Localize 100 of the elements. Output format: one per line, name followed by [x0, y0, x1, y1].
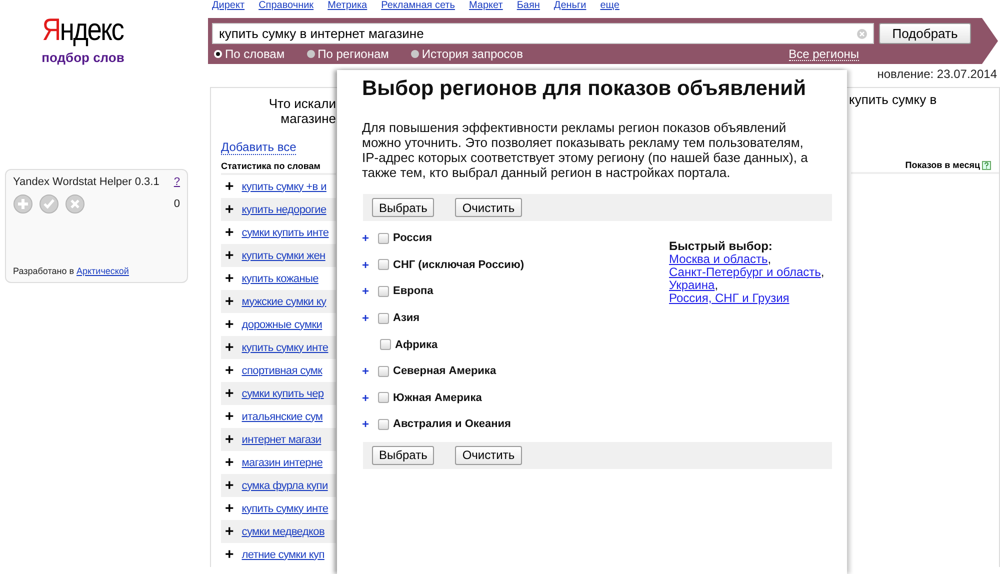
nav-link[interactable]: еще — [600, 0, 620, 11]
expand-icon[interactable]: + — [362, 364, 378, 378]
checkbox[interactable] — [378, 392, 389, 404]
nav-link[interactable]: Деньги — [554, 0, 586, 11]
add-icon[interactable]: + — [225, 526, 234, 538]
add-icon[interactable]: + — [225, 226, 234, 238]
help-icon[interactable] — [982, 160, 991, 170]
keyword-link[interactable]: летние сумки куп — [242, 548, 324, 560]
check-icon[interactable] — [39, 194, 59, 214]
radio-option[interactable]: По регионам — [306, 47, 389, 61]
logo-text: Яндекс — [42, 12, 124, 48]
checkbox[interactable] — [380, 339, 391, 350]
description-text: Для повышения эффективности рекламы регион показов объявлений можно уточнить. Это позволяет показывать рекламу тем пользователям, IP-адрес которых соответствует этому региону (по нашей базе данных), а также тем, кто выбрал данный регион в настройках портала. — [362, 120, 809, 180]
expand-icon[interactable]: + — [362, 258, 378, 272]
keyword-link[interactable]: сумки купить инте — [242, 226, 329, 238]
checkbox[interactable] — [378, 259, 389, 270]
nav-link[interactable]: Директ — [212, 0, 245, 11]
add-icon[interactable]: + — [225, 204, 234, 216]
keyword-link[interactable]: купить сумки жен — [242, 250, 326, 262]
select-button[interactable]: Выбрать — [372, 198, 434, 217]
region-label: Россия — [393, 232, 432, 244]
region-label: СНГ (исключая Россию) — [393, 258, 524, 271]
region-label: Австралия и Океания — [393, 418, 511, 430]
help-link[interactable]: ? — [174, 176, 180, 188]
keyword-link[interactable]: дорожные сумки — [242, 318, 322, 330]
credit-link[interactable]: Арктической — [76, 266, 129, 276]
select-button[interactable]: Выбрать — [372, 446, 434, 465]
nav-link[interactable]: Баян — [516, 0, 540, 11]
keyword-link[interactable]: купить кожаные — [242, 272, 318, 284]
keyword-link[interactable]: мужские сумки ку — [242, 296, 326, 308]
add-icon[interactable]: + — [225, 410, 234, 422]
results-title: купить сумку в — [849, 92, 938, 107]
keyword-link[interactable]: сумки купить чер — [242, 388, 324, 400]
results-title: Что искали — [268, 96, 336, 111]
region-link[interactable]: Москва и область — [669, 252, 768, 266]
keyword-link[interactable]: сумки медведков — [242, 526, 324, 538]
nav-link[interactable]: Рекламная сеть — [381, 0, 455, 11]
quick-select-title: Быстрый выбор: — [669, 240, 774, 253]
checkbox[interactable] — [378, 418, 389, 430]
plus-icon[interactable] — [13, 194, 33, 214]
add-icon[interactable]: + — [225, 180, 234, 192]
nav-link[interactable]: Маркет — [468, 0, 503, 11]
add-icon[interactable]: + — [225, 434, 234, 446]
add-icon[interactable]: + — [225, 318, 234, 330]
add-icon[interactable]: + — [225, 388, 234, 400]
keyword-link[interactable]: интернет магази — [242, 434, 322, 446]
region-link[interactable]: Санкт-Петербург и область — [669, 265, 821, 279]
add-icon[interactable]: + — [225, 272, 234, 284]
expand-icon[interactable]: + — [362, 311, 378, 326]
search-field[interactable]: купить сумку в интернет магазине — [212, 23, 874, 44]
helper-title: Yandex Wordstat Helper 0.3.1 — [13, 176, 160, 188]
region-label: Северная Америка — [393, 365, 496, 378]
expand-icon[interactable]: + — [362, 231, 378, 246]
column-header: Показов в месяц — [905, 160, 980, 170]
checkbox[interactable] — [378, 286, 389, 297]
region-link[interactable]: Россия, СНГ и Грузия — [669, 291, 790, 305]
add-icon[interactable]: + — [225, 364, 234, 376]
keyword-link[interactable]: спортивная сумк — [242, 364, 322, 376]
checkbox[interactable] — [378, 366, 389, 377]
regions-link[interactable]: Все регионы — [788, 48, 859, 60]
add-icon[interactable]: + — [225, 250, 234, 262]
separator-text: , — [768, 252, 772, 266]
separator-text: , — [820, 265, 824, 279]
expand-icon[interactable]: + — [362, 390, 378, 405]
add-icon[interactable]: + — [225, 502, 234, 514]
nav-link[interactable]: Метрика — [328, 0, 368, 11]
keyword-link[interactable]: купить сумку +в и — [242, 180, 326, 192]
credit-text: Разработано в Арктической — [13, 266, 130, 276]
keyword-link[interactable]: итальянские сум — [242, 410, 323, 422]
keyword-link[interactable]: сумка фурла купи — [242, 480, 328, 492]
expand-icon[interactable]: + — [362, 284, 378, 298]
dialog-title: Выбор регионов для показов объявлений — [362, 76, 807, 102]
add-icon[interactable]: + — [225, 342, 234, 354]
column-header: Статистика по словам — [221, 161, 336, 175]
radio-option[interactable]: По словам — [214, 47, 285, 61]
keyword-link[interactable]: купить сумку инте — [242, 502, 328, 514]
expand-icon[interactable]: + — [362, 417, 378, 432]
checkbox[interactable] — [378, 312, 389, 324]
add-icon[interactable]: + — [225, 480, 234, 492]
add-all-link[interactable]: Добавить все — [221, 140, 296, 155]
separator-text: , — [714, 278, 718, 292]
results-title: магазине — [280, 111, 336, 126]
region-label: Южная Америка — [393, 392, 482, 404]
subtitle-link[interactable]: подбор слов — [42, 50, 124, 65]
add-icon[interactable]: + — [225, 456, 234, 468]
clear-button[interactable]: Очистить — [455, 446, 522, 465]
region-link[interactable]: Украина — [669, 278, 715, 292]
region-label: Азия — [393, 312, 420, 324]
close-icon[interactable] — [65, 194, 85, 214]
keyword-link[interactable]: купить сумку инте — [242, 342, 328, 354]
search-button[interactable]: Подобрать — [879, 23, 971, 44]
keyword-link[interactable]: купить недорогие — [242, 204, 326, 216]
keyword-link[interactable]: магазин интерне — [242, 456, 323, 468]
add-icon[interactable]: + — [225, 548, 234, 560]
clear-icon[interactable] — [857, 28, 867, 38]
add-icon[interactable]: + — [225, 296, 234, 308]
radio-option[interactable]: История запросов — [410, 47, 523, 61]
nav-link[interactable]: Справочник — [258, 0, 314, 11]
clear-button[interactable]: Очистить — [455, 198, 522, 217]
checkbox[interactable] — [378, 232, 389, 244]
